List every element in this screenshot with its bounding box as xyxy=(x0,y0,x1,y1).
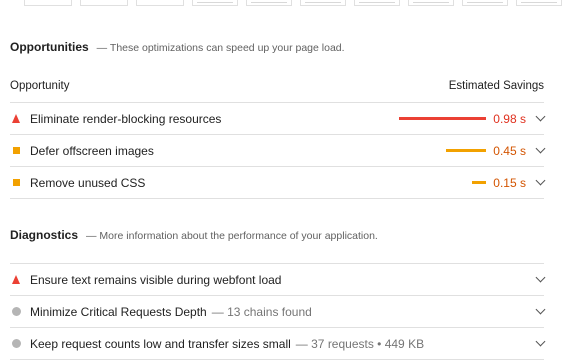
diagnostic-detail: — 13 chains found xyxy=(211,304,312,319)
red-triangle-icon xyxy=(12,275,20,284)
diagnostic-row[interactable]: Ensure text remains visible during webfo… xyxy=(10,263,546,295)
filmstrip-frame xyxy=(80,0,128,6)
filmstrip-frame xyxy=(462,0,508,6)
savings-value: 0.15 s xyxy=(493,175,526,190)
filmstrip-frame xyxy=(192,0,238,6)
opportunity-icon-wrap xyxy=(10,114,30,123)
gray-circle-icon xyxy=(12,339,21,348)
gray-circle-icon xyxy=(12,307,21,316)
red-triangle-icon xyxy=(12,114,20,123)
savings-bar xyxy=(399,117,486,120)
filmstrip xyxy=(24,0,562,6)
opportunity-title: Defer offscreen images xyxy=(30,143,154,158)
diagnostics-description: — More information about the performance… xyxy=(86,230,378,242)
opportunities-header: Opportunities — These optimizations can … xyxy=(10,40,345,54)
opportunities-title: Opportunities xyxy=(10,40,89,54)
opportunities-list: Eliminate render-blocking resources 0.98 … xyxy=(10,102,546,199)
diagnostic-icon-wrap xyxy=(10,307,30,316)
chevron-down-icon[interactable] xyxy=(535,111,546,122)
diagnostic-title: Keep request counts low and transfer siz… xyxy=(30,336,291,351)
opportunity-icon-wrap xyxy=(10,147,30,154)
filmstrip-frame xyxy=(24,0,72,6)
orange-square-icon xyxy=(13,179,20,186)
chevron-down-icon[interactable] xyxy=(535,336,546,347)
diagnostic-row[interactable]: Minimize Critical Requests Depth — 13 cha… xyxy=(10,295,546,327)
diagnostic-title: Ensure text remains visible during webfo… xyxy=(30,272,282,287)
filmstrip-frame xyxy=(246,0,292,6)
opportunity-icon-wrap xyxy=(10,179,30,186)
diagnostic-icon-wrap xyxy=(10,339,30,348)
column-estimated-savings: Estimated Savings xyxy=(448,80,544,92)
savings-value: 0.98 s xyxy=(493,111,526,126)
column-opportunity: Opportunity xyxy=(10,80,70,92)
filmstrip-frame xyxy=(354,0,400,6)
diagnostics-header: Diagnostics — More information about the… xyxy=(10,228,378,242)
opportunity-title: Remove unused CSS xyxy=(30,175,146,190)
opportunity-row[interactable]: Remove unused CSS 0.15 s xyxy=(10,166,546,199)
opportunity-row[interactable]: Defer offscreen images 0.45 s xyxy=(10,134,546,166)
filmstrip-frame xyxy=(516,0,562,6)
orange-square-icon xyxy=(13,147,20,154)
filmstrip-frame xyxy=(408,0,454,6)
diagnostic-detail: — 37 requests • 449 KB xyxy=(295,336,425,351)
chevron-down-icon[interactable] xyxy=(535,272,546,283)
filmstrip-frame xyxy=(136,0,184,6)
chevron-down-icon[interactable] xyxy=(535,304,546,315)
opportunity-row[interactable]: Eliminate render-blocking resources 0.98 … xyxy=(10,102,546,134)
chevron-down-icon[interactable] xyxy=(535,143,546,154)
diagnostics-list: Ensure text remains visible during webfo… xyxy=(10,263,546,360)
opportunity-title: Eliminate render-blocking resources xyxy=(30,111,222,126)
chevron-down-icon[interactable] xyxy=(535,175,546,186)
opportunities-column-headers: Opportunity Estimated Savings xyxy=(10,80,544,92)
diagnostics-title: Diagnostics xyxy=(10,228,79,242)
diagnostic-icon-wrap xyxy=(10,275,30,284)
opportunities-description: — These optimizations can speed up your … xyxy=(96,42,345,54)
savings-value: 0.45 s xyxy=(493,143,526,158)
filmstrip-frame xyxy=(300,0,346,6)
diagnostic-row[interactable]: Keep request counts low and transfer siz… xyxy=(10,327,546,360)
diagnostic-title: Minimize Critical Requests Depth xyxy=(30,304,207,319)
savings-bar xyxy=(472,181,486,184)
savings-bar xyxy=(446,149,486,152)
